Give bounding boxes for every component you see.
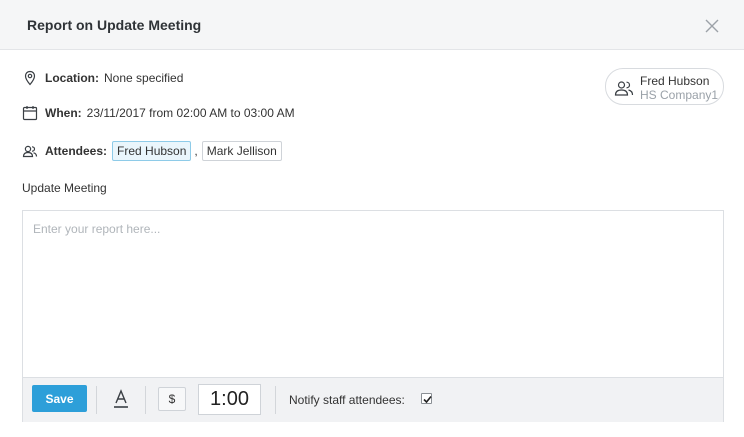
when-label: When: [45, 106, 82, 120]
duration-input[interactable] [198, 384, 261, 415]
location-pin-icon [22, 70, 38, 86]
attendees-row: Attendees: Fred Hubson , Mark Jellison [22, 141, 282, 161]
checkmark-icon [423, 395, 432, 404]
save-button[interactable]: Save [32, 385, 87, 412]
location-label: Location: [45, 71, 99, 85]
customer-card[interactable]: Fred Hubson HS Company1 [605, 68, 724, 105]
toolbar-divider [275, 386, 276, 414]
location-row: Location: None specified [22, 70, 183, 86]
toolbar-divider [96, 386, 97, 414]
currency-button[interactable]: $ [158, 387, 186, 411]
customer-company: HS Company1 [640, 88, 719, 102]
report-section-label: Update Meeting [22, 181, 107, 195]
report-editor: Save $ Notify staff attendees: [22, 210, 724, 422]
text-format-icon [114, 389, 128, 408]
attendees-label: Attendees: [45, 144, 108, 158]
close-icon [705, 19, 719, 33]
attendee-chip-mark-jellison[interactable]: Mark Jellison [201, 141, 282, 161]
when-value: 23/11/2017 from 02:00 AM to 03:00 AM [86, 106, 295, 120]
notify-staff-label: Notify staff attendees: [289, 393, 405, 407]
text-format-button[interactable] [111, 388, 131, 410]
location-value: None specified [104, 71, 184, 85]
modal-title: Report on Update Meeting [27, 17, 202, 33]
users-icon [22, 143, 38, 159]
attendee-separator: , [194, 144, 198, 158]
report-textarea[interactable] [23, 211, 723, 377]
close-button[interactable] [704, 18, 720, 34]
notify-staff-checkbox[interactable] [421, 393, 432, 404]
report-modal: Report on Update Meeting Location: None … [0, 0, 744, 437]
toolbar-divider [145, 386, 146, 414]
customer-users-icon [614, 79, 634, 97]
calendar-icon [22, 105, 38, 121]
modal-header: Report on Update Meeting [0, 0, 744, 50]
customer-name: Fred Hubson [640, 74, 710, 88]
attendee-chip-fred-hubson[interactable]: Fred Hubson [112, 141, 192, 161]
when-row: When: 23/11/2017 from 02:00 AM to 03:00 … [22, 105, 295, 121]
report-toolbar: Save $ Notify staff attendees: [23, 377, 723, 422]
